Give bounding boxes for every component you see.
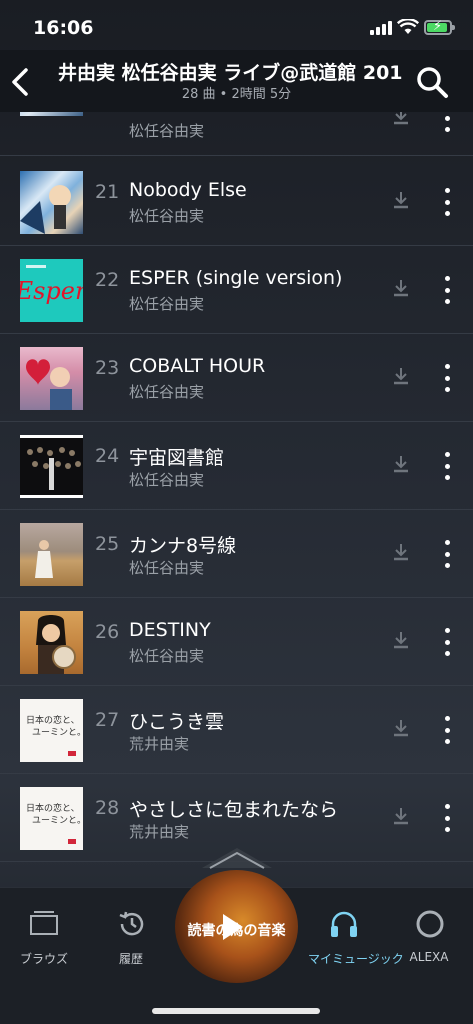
download-icon[interactable] [392, 718, 410, 738]
download-icon[interactable] [392, 454, 410, 474]
album-title: 井由実 松任谷由実 ライブ@武道館 201 [58, 62, 403, 84]
more-options-icon[interactable] [442, 716, 452, 744]
download-icon[interactable] [392, 366, 410, 386]
track-number: 28 [95, 797, 120, 819]
track-artist: 松任谷由実 [129, 207, 205, 225]
album-art-text: ユーミンと。 [32, 727, 83, 738]
more-options-icon[interactable] [442, 540, 452, 568]
album-art [20, 611, 83, 674]
track-title: Nobody Else [129, 179, 247, 201]
album-art: 日本の恋と、 ユーミンと。 [20, 787, 83, 850]
play-icon[interactable] [223, 914, 243, 940]
album-art-text: ユーミンと。 [32, 815, 83, 826]
track-title: ESPER (single version) [129, 267, 343, 289]
track-artist: 松任谷由実 [129, 647, 205, 665]
track-artist: 松任谷由実 [129, 383, 205, 401]
track-number: 24 [95, 445, 120, 467]
history-icon [119, 911, 144, 936]
track-row[interactable]: 日本の恋と、 ユーミンと。 27 ひこうき雲 荒井由実 [0, 686, 473, 774]
nav-browse-label: ブラウズ [19, 952, 68, 966]
track-row[interactable]: 26 DESTINY 松任谷由実 [0, 598, 473, 686]
album-art [20, 171, 83, 234]
more-options-icon[interactable] [442, 452, 452, 480]
album-art-text: 日本の恋と、 [26, 802, 80, 814]
track-number: 21 [95, 181, 120, 203]
track-title: DESTINY [129, 619, 211, 641]
track-number: 25 [95, 533, 120, 555]
expand-player-chevron-icon[interactable] [202, 846, 272, 870]
nav-history-label: 履歴 [118, 952, 143, 966]
track-title: カンナ8号線 [129, 535, 237, 557]
status-bar: 16:06 ⚡ [0, 0, 473, 50]
nav-my-music[interactable]: マイミュージック [308, 906, 404, 976]
more-options-icon[interactable] [442, 628, 452, 656]
status-time: 16:06 [33, 17, 94, 39]
track-number: 26 [95, 621, 120, 643]
download-icon[interactable] [392, 542, 410, 562]
nav-browse[interactable]: ブラウズ [9, 906, 79, 976]
track-row[interactable]: 24 宇宙図書館 松任谷由実 [0, 422, 473, 510]
track-artist: 松任谷由実 [129, 471, 205, 489]
wifi-icon [397, 19, 419, 34]
album-subtitle: 28 曲 • 2時間 5分 [181, 87, 292, 102]
album-art-text: 日本の恋と、 [26, 714, 80, 726]
track-row[interactable]: Esper 22 ESPER (single version) 松任谷由実 [0, 246, 473, 334]
nav-alexa[interactable]: ALEXA [394, 906, 464, 976]
download-icon[interactable] [392, 630, 410, 650]
track-title: やさしさに包まれたなら [129, 799, 339, 821]
headphones-icon [331, 911, 357, 937]
charging-icon: ⚡ [433, 19, 443, 34]
album-art [20, 435, 83, 498]
track-artist: 松任谷由実 [129, 295, 205, 313]
track-row[interactable]: 25 カンナ8号線 松任谷由実 [0, 510, 473, 598]
download-icon[interactable] [392, 806, 410, 826]
more-options-icon[interactable] [442, 276, 452, 304]
track-row[interactable]: 23 COBALT HOUR 松任谷由実 [0, 334, 473, 422]
download-icon[interactable] [392, 190, 410, 210]
more-options-icon[interactable] [442, 188, 452, 216]
signal-icon [370, 21, 392, 35]
track-number: 22 [95, 269, 120, 291]
album-header: 井由実 松任谷由実 ライブ@武道館 201 28 曲 • 2時間 5分 [0, 50, 473, 112]
nav-my-music-label: マイミュージック [308, 952, 404, 966]
album-art [20, 347, 83, 410]
alexa-icon [416, 910, 444, 938]
track-title: ひこうき雲 [129, 711, 225, 733]
browse-icon [30, 911, 58, 935]
nav-history[interactable]: 履歴 [96, 906, 166, 976]
nav-alexa-label: ALEXA [409, 950, 449, 964]
track-artist: 松任谷由実 [129, 559, 205, 577]
track-artist: 荒井由実 [129, 735, 190, 753]
search-icon[interactable] [414, 64, 450, 100]
track-number: 23 [95, 357, 120, 379]
back-arrow-icon[interactable] [8, 62, 32, 102]
mini-player[interactable]: 読書の為の音楽 [173, 868, 300, 985]
track-artist: 松任谷由実 [129, 122, 205, 140]
album-art: 日本の恋と、 ユーミンと。 [20, 699, 83, 762]
track-title: COBALT HOUR [129, 355, 266, 377]
album-art [20, 523, 83, 586]
more-options-icon[interactable] [442, 364, 452, 392]
track-title: 宇宙図書館 [129, 447, 225, 469]
download-icon[interactable] [392, 278, 410, 298]
home-indicator [152, 1008, 320, 1014]
track-number: 27 [95, 709, 120, 731]
track-artist: 荒井由実 [129, 823, 190, 841]
track-row[interactable]: 21 Nobody Else 松任谷由実 [0, 158, 473, 246]
more-options-icon[interactable] [442, 804, 452, 832]
album-art: Esper [20, 259, 83, 322]
esper-logo: Esper [20, 277, 83, 305]
